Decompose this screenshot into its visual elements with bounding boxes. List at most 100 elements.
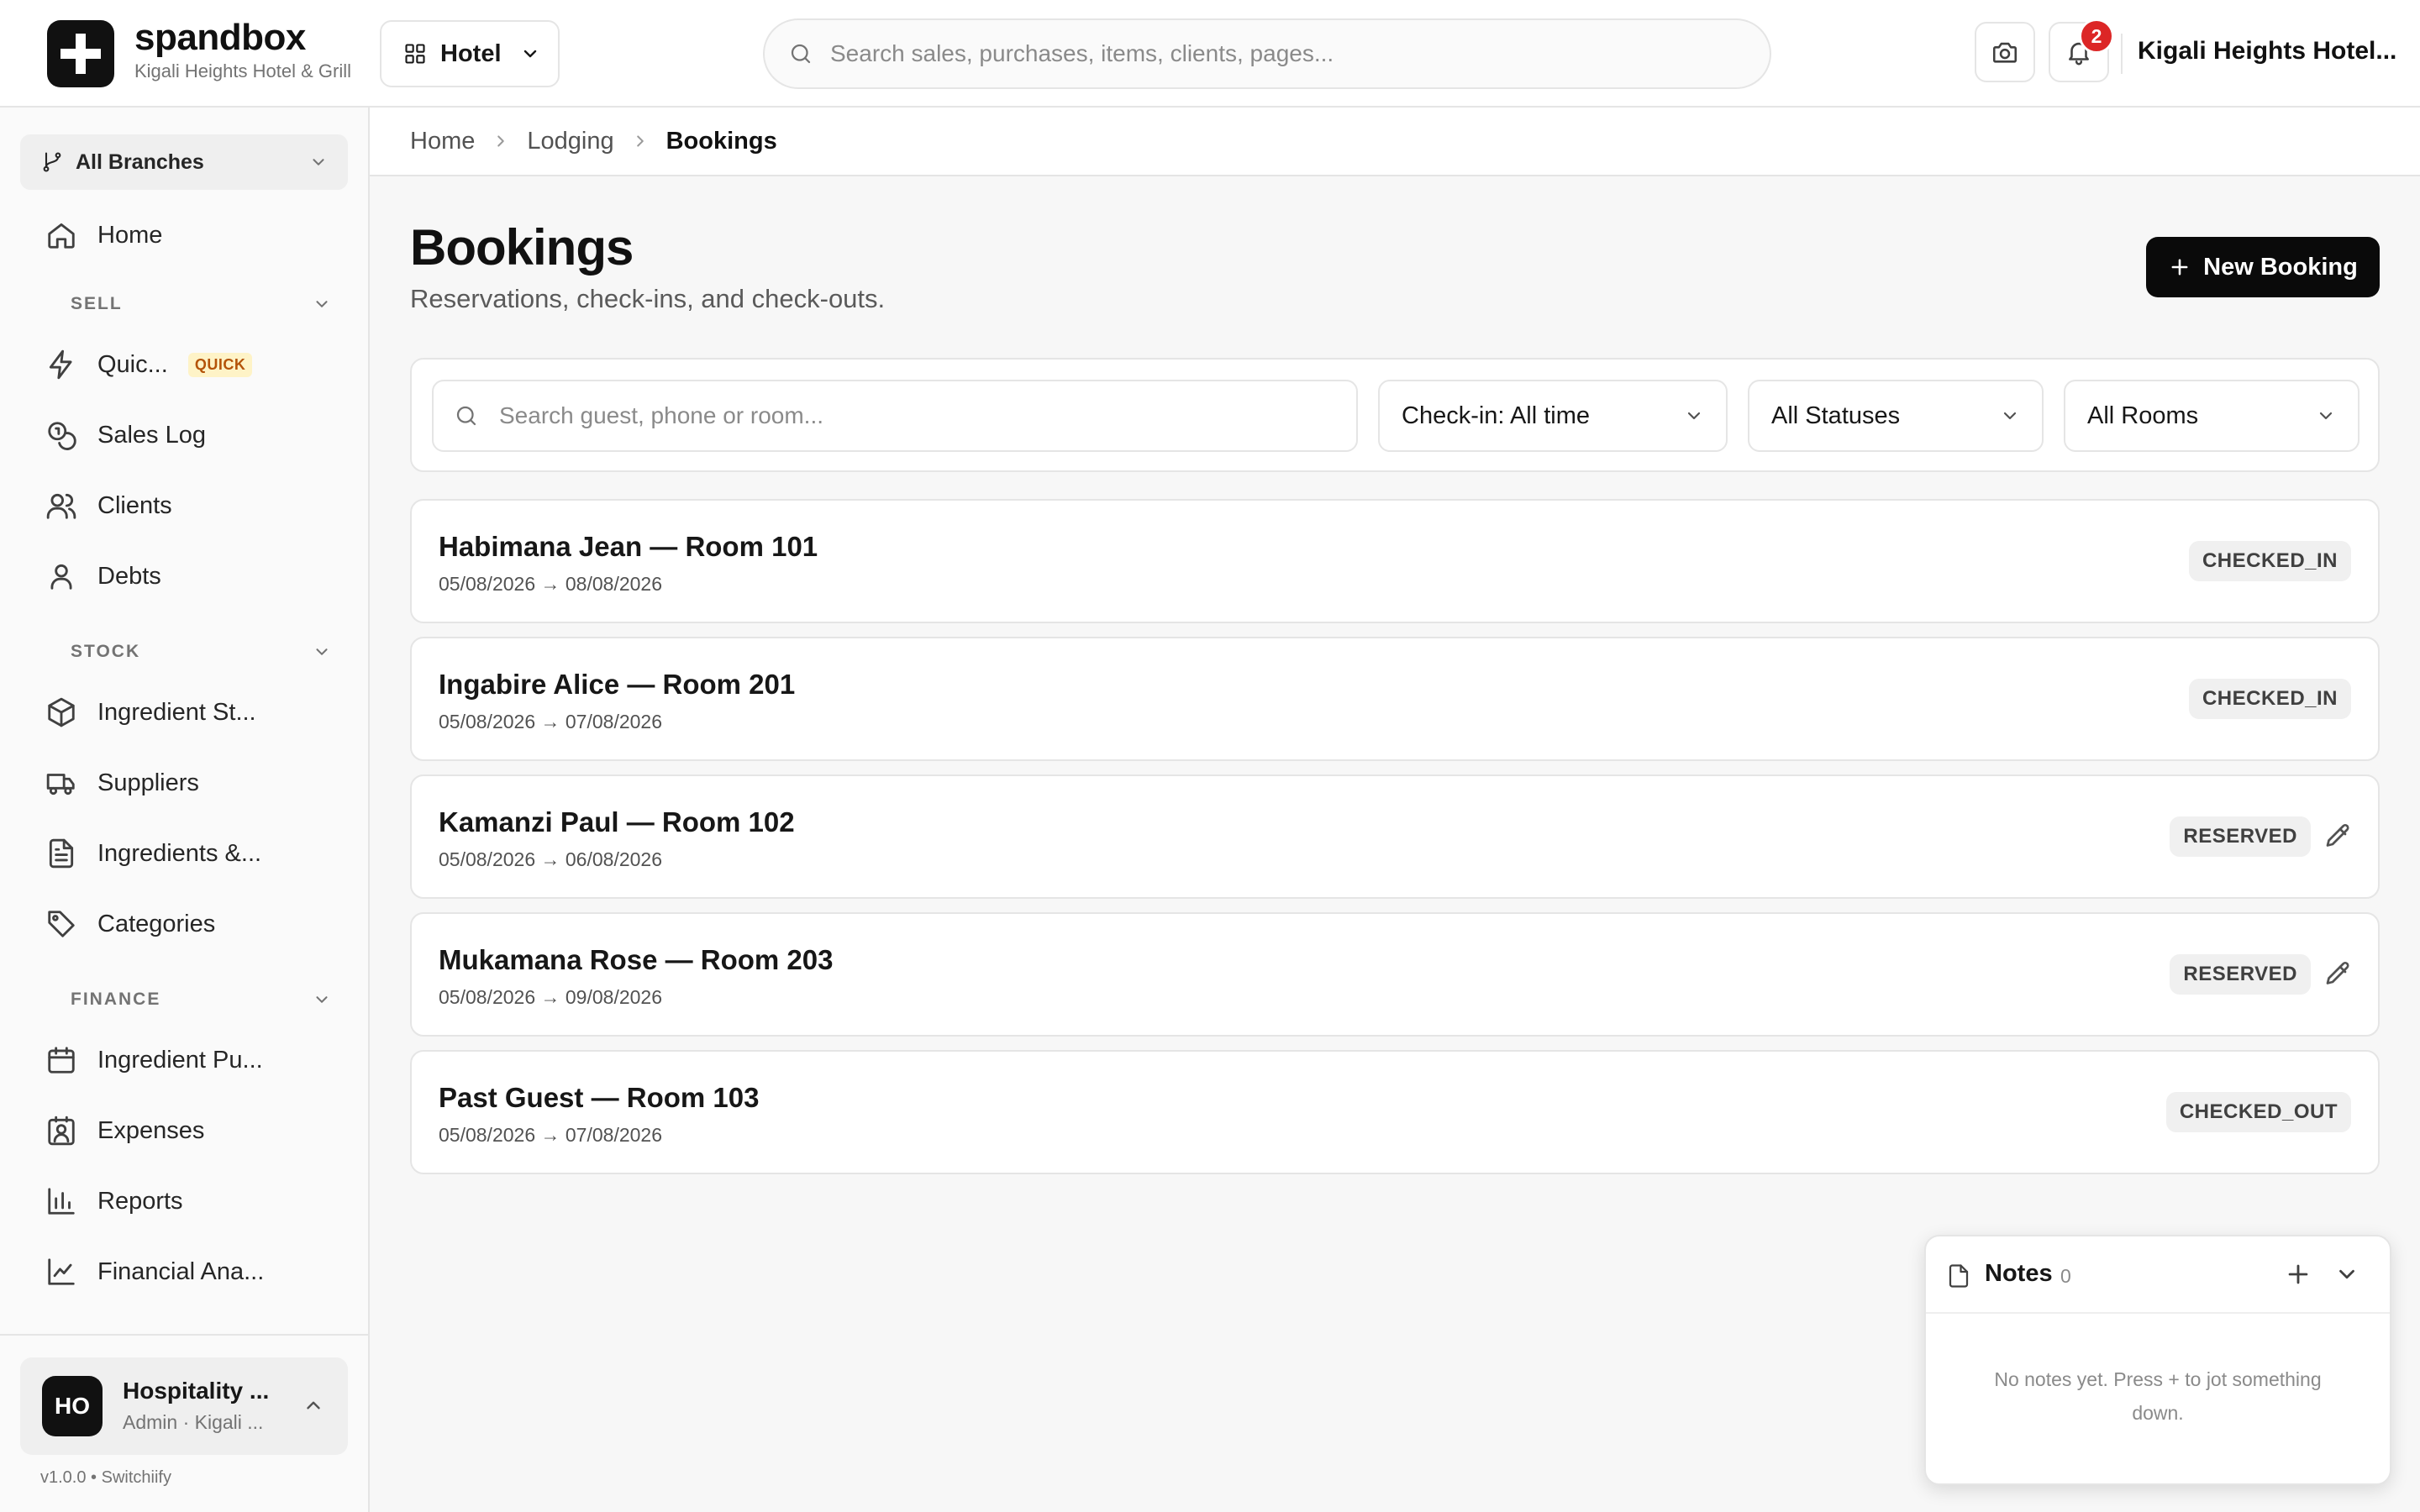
- room-filter-value: All Rooms: [2087, 402, 2199, 429]
- chevron-down-icon: [313, 295, 331, 313]
- module-label: Hotel: [440, 39, 502, 67]
- sidebar-item-home[interactable]: Home: [24, 205, 351, 265]
- sidebar-item-clients[interactable]: Clients: [24, 475, 351, 536]
- sidebar-item-financial-analysis[interactable]: Financial Ana...: [24, 1242, 351, 1302]
- sidebar-item-label: Ingredient Pu...: [97, 1046, 263, 1074]
- collapse-chevron-down-icon[interactable]: [2334, 1262, 2360, 1287]
- quick-badge: QUICK: [187, 352, 253, 377]
- section-header-stock[interactable]: STOCK: [71, 642, 331, 662]
- sidebar-item-categories[interactable]: Categories: [24, 894, 351, 954]
- booking-row[interactable]: Kamanzi Paul — Room 102 05/08/2026 → 06/…: [410, 774, 2380, 899]
- sidebar-item-expenses[interactable]: Expenses: [24, 1100, 351, 1161]
- status-badge: CHECKED_IN: [2188, 679, 2351, 719]
- status-badge: CHECKED_OUT: [2165, 1092, 2351, 1132]
- grid-icon: [403, 42, 427, 66]
- avatar: HO: [42, 1376, 103, 1436]
- chevron-up-icon: [302, 1394, 324, 1416]
- status-filter-value: All Statuses: [1771, 402, 1901, 429]
- user-icon: [45, 560, 77, 592]
- filter-bar: Check-in: All time All Statuses All Room…: [410, 358, 2380, 472]
- booking-title: Past Guest — Room 103: [439, 1082, 760, 1113]
- sidebar-item-label: Suppliers: [97, 769, 199, 796]
- breadcrumb: Home Lodging Bookings: [370, 108, 2420, 176]
- camera-icon: [1991, 38, 2019, 66]
- booking-row[interactable]: Ingabire Alice — Room 201 05/08/2026 → 0…: [410, 637, 2380, 761]
- sidebar-divider: [0, 1334, 368, 1336]
- version-label: v1.0.0 • Switchiify: [40, 1468, 171, 1487]
- sidebar-item-quick-sale[interactable]: Quic... QUICK: [24, 334, 351, 395]
- breadcrumb-home[interactable]: Home: [410, 128, 475, 155]
- top-header: spandbox Kigali Heights Hotel & Grill Ho…: [0, 0, 2420, 108]
- add-note-plus-icon[interactable]: [2284, 1260, 2312, 1289]
- file-text-icon: [45, 837, 77, 869]
- status-filter-select[interactable]: All Statuses: [1748, 380, 2044, 452]
- sidebar-item-label: Sales Log: [97, 421, 206, 449]
- booking-dates: 05/08/2026 → 06/08/2026: [439, 848, 663, 870]
- booking-row[interactable]: Habimana Jean — Room 101 05/08/2026 → 08…: [410, 499, 2380, 623]
- booking-title: Kamanzi Paul — Room 102: [439, 806, 795, 837]
- status-badge: CHECKED_IN: [2188, 541, 2351, 581]
- chevron-down-icon: [1684, 406, 1704, 426]
- header-divider: [2121, 34, 2123, 74]
- chevron-right-icon: [631, 132, 650, 150]
- brand-subtitle: Kigali Heights Hotel & Grill: [134, 60, 351, 81]
- section-label: FINANCE: [71, 990, 161, 1009]
- chevron-right-icon: [492, 132, 510, 150]
- pencil-icon[interactable]: [2323, 822, 2353, 852]
- line-chart-icon: [45, 1256, 77, 1288]
- box-icon: [45, 696, 77, 728]
- sidebar-item-suppliers[interactable]: Suppliers: [24, 753, 351, 813]
- account-menu[interactable]: Kigali Heights Hotel...: [2138, 37, 2396, 66]
- booking-dates: 05/08/2026 → 07/08/2026: [439, 711, 663, 732]
- plus-icon: [2168, 255, 2191, 279]
- sidebar-item-ingredient-purchases[interactable]: Ingredient Pu...: [24, 1030, 351, 1090]
- breadcrumb-lodging[interactable]: Lodging: [527, 128, 613, 155]
- page-title: Bookings: [410, 219, 634, 276]
- brand-logo-icon[interactable]: [47, 20, 114, 87]
- search-icon: [788, 41, 813, 66]
- sidebar-item-reports[interactable]: Reports: [24, 1171, 351, 1231]
- pencil-icon[interactable]: [2323, 959, 2353, 990]
- section-label: STOCK: [71, 642, 141, 661]
- sidebar-item-label: Reports: [97, 1187, 183, 1215]
- sidebar-item-sales-log[interactable]: Sales Log: [24, 405, 351, 465]
- booking-row[interactable]: Past Guest — Room 103 05/08/2026 → 07/08…: [410, 1050, 2380, 1174]
- booking-search-input[interactable]: [499, 402, 1356, 429]
- booking-dates: 05/08/2026 → 07/08/2026: [439, 1124, 663, 1146]
- chevron-down-icon: [309, 153, 328, 171]
- sidebar-item-debts[interactable]: Debts: [24, 546, 351, 606]
- chevron-down-icon: [313, 990, 331, 1009]
- truck-icon: [45, 767, 77, 799]
- module-switcher-button[interactable]: Hotel: [380, 20, 560, 87]
- user-role: Admin · Kigali ...: [123, 1411, 264, 1433]
- booking-search[interactable]: [432, 380, 1358, 452]
- page-subtitle: Reservations, check-ins, and check-outs.: [410, 284, 886, 313]
- notes-header[interactable]: Notes 0: [1926, 1236, 2390, 1314]
- camera-button[interactable]: [1975, 22, 2035, 82]
- chevron-down-icon: [313, 643, 331, 661]
- checkin-filter-select[interactable]: Check-in: All time: [1378, 380, 1728, 452]
- tag-icon: [45, 908, 77, 940]
- booking-row[interactable]: Mukamana Rose — Room 203 05/08/2026 → 09…: [410, 912, 2380, 1037]
- users-icon: [45, 490, 77, 522]
- breadcrumb-current: Bookings: [666, 127, 777, 155]
- sidebar-item-ingredients[interactable]: Ingredients &...: [24, 823, 351, 884]
- git-branch-icon: [40, 150, 64, 174]
- home-icon: [45, 219, 77, 251]
- user-profile-card[interactable]: HO Hospitality ... Admin · Kigali ...: [20, 1357, 348, 1455]
- new-booking-button[interactable]: New Booking: [2146, 237, 2380, 297]
- section-header-finance[interactable]: FINANCE: [71, 990, 331, 1010]
- sidebar-item-label: Home: [97, 221, 163, 249]
- booking-title: Ingabire Alice — Room 201: [439, 669, 796, 700]
- status-badge: RESERVED: [2170, 954, 2311, 995]
- branch-selector[interactable]: All Branches: [20, 134, 348, 190]
- sidebar-item-label: Categories: [97, 910, 216, 937]
- status-badge: RESERVED: [2170, 816, 2311, 857]
- global-search-input[interactable]: [830, 40, 1770, 67]
- new-booking-label: New Booking: [2203, 253, 2358, 281]
- section-header-sell[interactable]: SELL: [71, 294, 331, 314]
- contact-card-icon: [45, 1115, 77, 1147]
- room-filter-select[interactable]: All Rooms: [2064, 380, 2360, 452]
- global-search[interactable]: [763, 18, 1771, 89]
- sidebar-item-ingredient-stock[interactable]: Ingredient St...: [24, 682, 351, 743]
